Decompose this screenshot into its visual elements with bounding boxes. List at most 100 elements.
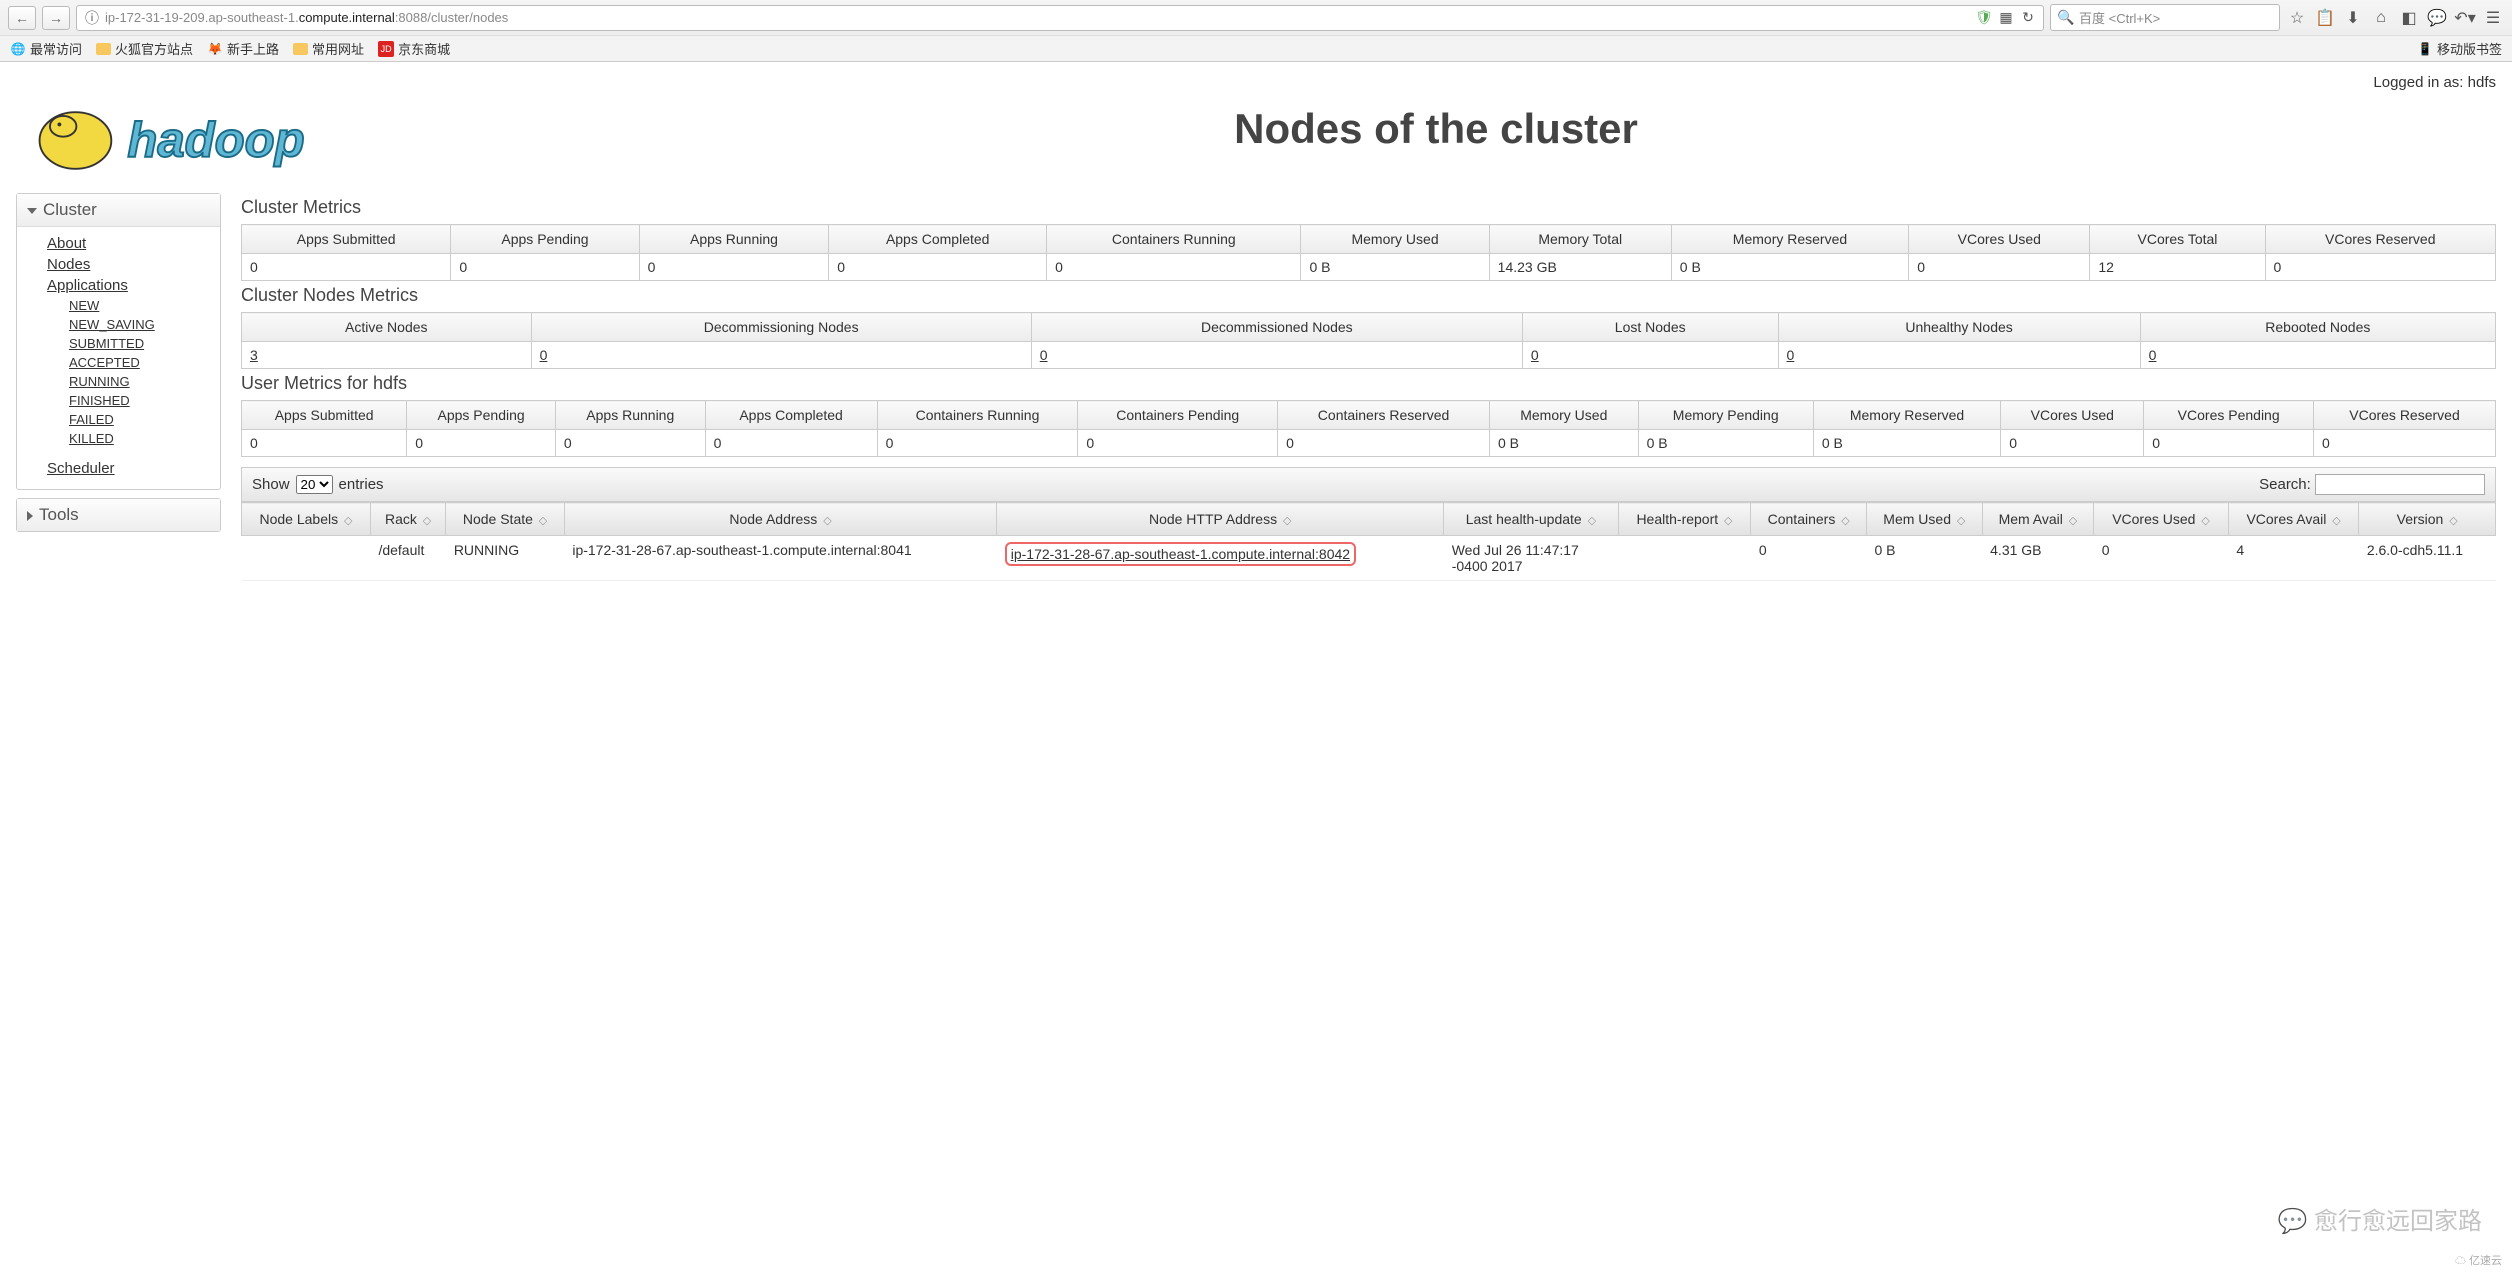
home-icon[interactable]: ⌂ <box>2370 7 2392 29</box>
qr-icon[interactable]: ▦ <box>1997 9 2015 27</box>
metric-link[interactable]: 0 <box>1531 347 1539 363</box>
info-icon[interactable]: ⓘ <box>83 9 101 27</box>
chat-icon[interactable]: 💬 <box>2426 7 2448 29</box>
sidebar-state-running[interactable]: RUNNING <box>69 372 206 391</box>
col-header[interactable]: Node Labels ◇ <box>242 503 371 536</box>
bm-mobile[interactable]: 📱移动版书签 <box>2417 39 2502 58</box>
metric-value: 0 <box>1522 342 1778 369</box>
col-header: VCores Reserved <box>2265 225 2495 254</box>
sidebar-about[interactable]: About <box>47 233 206 254</box>
col-header[interactable]: VCores Used ◇ <box>2094 503 2229 536</box>
downloads-icon[interactable]: ⬇ <box>2342 7 2364 29</box>
metric-value: 0 <box>2140 342 2495 369</box>
sidebar-state-failed[interactable]: FAILED <box>69 410 206 429</box>
bm-jd[interactable]: JD京东商城 <box>378 39 450 58</box>
col-header: Containers Reserved <box>1278 401 1490 430</box>
cell-node-address: ip-172-31-28-67.ap-southeast-1.compute.i… <box>564 536 996 581</box>
metric-value: 0 B <box>1301 254 1489 281</box>
col-header: Apps Submitted <box>242 401 407 430</box>
col-header: Rebooted Nodes <box>2140 313 2495 342</box>
chevron-down-icon <box>27 208 37 214</box>
col-header[interactable]: Mem Used ◇ <box>1867 503 1983 536</box>
metric-value: 0 <box>1909 254 2090 281</box>
forward-button[interactable]: → <box>42 6 70 30</box>
sidebar-tools-header[interactable]: Tools <box>17 499 220 531</box>
metric-link[interactable]: 0 <box>540 347 548 363</box>
sort-icon: ◇ <box>2201 515 2209 527</box>
col-header[interactable]: Health-report ◇ <box>1618 503 1751 536</box>
col-header[interactable]: Version ◇ <box>2359 503 2496 536</box>
metric-link[interactable]: 3 <box>250 347 258 363</box>
sidebar-state-accepted[interactable]: ACCEPTED <box>69 353 206 372</box>
back-button[interactable]: ← <box>8 6 36 30</box>
search-label: Search: <box>2259 476 2311 493</box>
col-header[interactable]: Mem Avail ◇ <box>1982 503 2094 536</box>
col-header[interactable]: VCores Avail ◇ <box>2228 503 2359 536</box>
col-header[interactable]: Containers ◇ <box>1751 503 1867 536</box>
col-header: VCores Pending <box>2144 401 2314 430</box>
mobile-icon: 📱 <box>2417 41 2433 57</box>
reload-icon[interactable]: ↻ <box>2019 9 2037 27</box>
bm-frequent[interactable]: 🌐最常访问 <box>10 39 82 58</box>
col-header[interactable]: Rack ◇ <box>370 503 445 536</box>
menu-icon[interactable]: ☰ <box>2482 7 2504 29</box>
sidebar-nodes[interactable]: Nodes <box>47 254 206 275</box>
metric-value: 0 <box>705 430 877 457</box>
history-icon[interactable]: ↶▾ <box>2454 7 2476 29</box>
cell-vcores-avail: 4 <box>2228 536 2359 581</box>
entries-label: entries <box>339 476 384 493</box>
col-header[interactable]: Last health-update ◇ <box>1444 503 1618 536</box>
col-header: Apps Completed <box>705 401 877 430</box>
globe-icon: 🌐 <box>10 41 26 57</box>
url-text: ip-172-31-19-209.ap-southeast-1.compute.… <box>105 10 1971 25</box>
col-header[interactable]: Node HTTP Address ◇ <box>997 503 1444 536</box>
sidebar-cluster-header[interactable]: Cluster <box>17 194 220 227</box>
node-http-link[interactable]: ip-172-31-28-67.ap-southeast-1.compute.i… <box>1011 546 1350 562</box>
col-header: Containers Pending <box>1078 401 1278 430</box>
metric-value: 0 <box>2144 430 2314 457</box>
col-header: Containers Running <box>877 401 1078 430</box>
logged-in-label: Logged in as: hdfs <box>16 74 2496 91</box>
metric-link[interactable]: 0 <box>1040 347 1048 363</box>
bm-getting-started[interactable]: 🦊新手上路 <box>207 39 279 58</box>
metric-value: 14.23 GB <box>1489 254 1671 281</box>
cell-last-update: Wed Jul 26 11:47:17 -0400 2017 <box>1444 536 1618 581</box>
nav-toolbar: ← → ⓘ ip-172-31-19-209.ap-southeast-1.co… <box>0 0 2512 35</box>
watermark-corner: ☁ 亿速云 <box>2455 1252 2502 1268</box>
search-input[interactable] <box>2315 474 2485 495</box>
bm-common-urls[interactable]: 常用网址 <box>293 39 364 58</box>
metric-value: 0 B <box>1813 430 2000 457</box>
sidebar-scheduler[interactable]: Scheduler <box>47 458 206 479</box>
sidebar: Cluster About Nodes Applications NEW NEW… <box>16 193 221 581</box>
sidebar-icon[interactable]: ◧ <box>2398 7 2420 29</box>
page-title: Nodes of the cluster <box>376 105 2496 153</box>
show-label: Show <box>252 476 290 493</box>
library-icon[interactable]: 📋 <box>2314 7 2336 29</box>
metric-link[interactable]: 0 <box>2149 347 2157 363</box>
search-bar[interactable]: 🔍 百度 <Ctrl+K> <box>2050 4 2280 31</box>
sidebar-state-new[interactable]: NEW <box>69 296 206 315</box>
shield-icon[interactable]: 🛡 <box>1975 9 1993 27</box>
metric-value: 3 <box>242 342 532 369</box>
col-header[interactable]: Node State ◇ <box>446 503 565 536</box>
sidebar-state-submitted[interactable]: SUBMITTED <box>69 334 206 353</box>
sidebar-state-killed[interactable]: KILLED <box>69 429 206 448</box>
jd-icon: JD <box>378 41 394 57</box>
bm-firefox-official[interactable]: 火狐官方站点 <box>96 39 193 58</box>
sort-icon: ◇ <box>823 515 831 527</box>
bookmarks-bar: 🌐最常访问 火狐官方站点 🦊新手上路 常用网址 JD京东商城 📱移动版书签 <box>0 35 2512 61</box>
url-bar[interactable]: ⓘ ip-172-31-19-209.ap-southeast-1.comput… <box>76 5 2044 31</box>
col-header: Unhealthy Nodes <box>1778 313 2140 342</box>
sidebar-state-finished[interactable]: FINISHED <box>69 391 206 410</box>
sort-icon: ◇ <box>539 515 547 527</box>
bookmark-star-icon[interactable]: ☆ <box>2286 7 2308 29</box>
sidebar-state-new-saving[interactable]: NEW_SAVING <box>69 315 206 334</box>
col-header: Decommissioned Nodes <box>1031 313 1522 342</box>
metric-link[interactable]: 0 <box>1787 347 1795 363</box>
metric-value: 0 <box>531 342 1031 369</box>
col-header[interactable]: Node Address ◇ <box>564 503 996 536</box>
sidebar-applications[interactable]: Applications <box>47 275 206 296</box>
entries-select[interactable]: 20 <box>296 475 333 494</box>
col-header: Lost Nodes <box>1522 313 1778 342</box>
col-header: VCores Used <box>2001 401 2144 430</box>
